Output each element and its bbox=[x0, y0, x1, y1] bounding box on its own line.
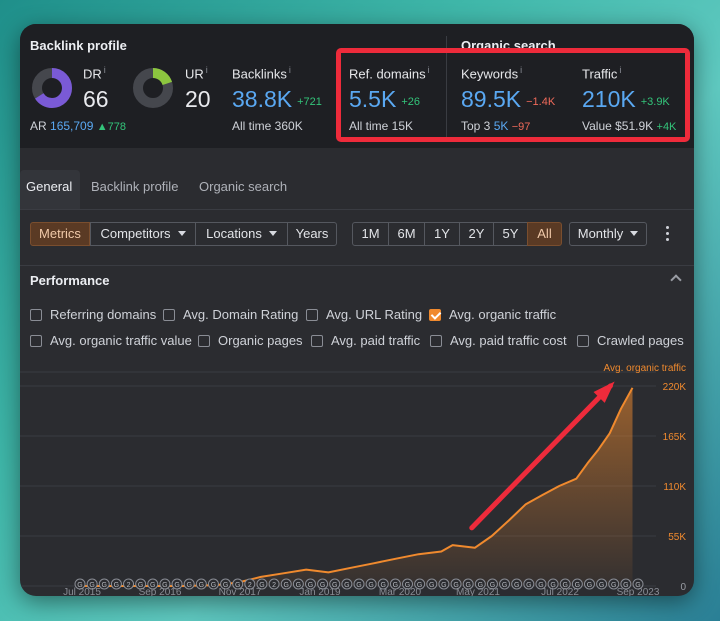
annotation-marker-label: G bbox=[114, 582, 119, 589]
annotation-marker-label: G bbox=[211, 582, 216, 589]
checkbox-box-checked[interactable] bbox=[429, 309, 441, 321]
checkbox-box[interactable] bbox=[306, 309, 318, 321]
annotation-marker-label: G bbox=[514, 582, 519, 589]
checkbox-box[interactable] bbox=[311, 335, 323, 347]
checkbox-avg-url-rating[interactable]: Avg. URL Rating bbox=[306, 307, 422, 323]
checkbox-avg-domain-rating[interactable]: Avg. Domain Rating bbox=[163, 307, 298, 323]
x-tick-label: May 2021 bbox=[456, 587, 500, 596]
series-area bbox=[80, 387, 633, 586]
tab-general[interactable]: General bbox=[20, 170, 81, 210]
checkbox-referring-domains[interactable]: Referring domains bbox=[30, 307, 156, 323]
dr-label: DR i bbox=[83, 65, 106, 82]
annotation-marker-label: G bbox=[599, 582, 604, 589]
backlinks-all-time: All time 360K bbox=[232, 119, 303, 133]
chevron-down-icon bbox=[630, 231, 639, 236]
ur-ring-icon bbox=[133, 68, 173, 108]
checkbox-box[interactable] bbox=[163, 309, 175, 321]
backlinks-delta: +721 bbox=[297, 96, 322, 108]
performance-title: Performance bbox=[30, 273, 110, 288]
annotation-marker-label: G bbox=[441, 582, 446, 589]
annotation-marker-label: G bbox=[429, 582, 434, 589]
locations-dropdown[interactable]: Locations bbox=[195, 222, 288, 246]
chevron-up-icon[interactable] bbox=[670, 274, 682, 286]
dr-ring-icon bbox=[32, 68, 72, 108]
annotation-marker-label: G bbox=[368, 582, 373, 589]
x-tick-label: Jan 2019 bbox=[299, 587, 341, 596]
performance-chart[interactable]: 220K 165K 110K 55K 0 Avg. organic traffic G G G G… bbox=[20, 362, 694, 596]
checkbox-box[interactable] bbox=[198, 335, 210, 347]
y-tick-label: 55K bbox=[668, 532, 686, 543]
section-tabs: General Backlink profile Organic search bbox=[20, 170, 694, 210]
overview-card: Backlink profile Organic search DR i 66 A… bbox=[20, 24, 694, 596]
y-tick-label: 110K bbox=[663, 482, 686, 493]
annotation-marker-label: G bbox=[587, 582, 592, 589]
backlinks-label: Backlinks i bbox=[232, 65, 291, 82]
checkbox-avg-paid-traffic[interactable]: Avg. paid traffic bbox=[311, 333, 420, 349]
dr-info-icon[interactable]: i bbox=[104, 65, 106, 75]
annotation-marker-label: G bbox=[502, 582, 507, 589]
x-tick-label: Jul 2015 bbox=[63, 587, 101, 596]
annotation-marker-label: G bbox=[526, 582, 531, 589]
checkbox-crawled-pages[interactable]: Crawled pages bbox=[577, 333, 684, 349]
annotation-marker-label: G bbox=[283, 582, 288, 589]
checkbox-box[interactable] bbox=[30, 335, 42, 347]
metrics-button[interactable]: Metrics bbox=[30, 222, 90, 246]
more-options-icon[interactable] bbox=[666, 226, 670, 242]
ur-value: 20 bbox=[185, 86, 211, 112]
checkbox-avg-paid-traffic-cost[interactable]: Avg. paid traffic cost bbox=[430, 333, 567, 349]
chart-svg[interactable]: 220K165K110K55K0Avg. organic trafficG G G G… bbox=[20, 362, 694, 596]
x-tick-label: Mar 2020 bbox=[379, 587, 422, 596]
x-tick-label: Nov 2017 bbox=[219, 587, 262, 596]
x-tick-label: Jul 2022 bbox=[541, 587, 579, 596]
tab-backlink-profile[interactable]: Backlink profile bbox=[83, 170, 186, 210]
chevron-down-icon bbox=[268, 231, 277, 236]
x-tick-label: Sep 2016 bbox=[139, 587, 182, 596]
tabs-divider bbox=[20, 209, 694, 210]
interval-dropdown[interactable]: Monthly bbox=[569, 222, 647, 246]
competitors-dropdown[interactable]: Competitors bbox=[90, 222, 196, 246]
y-tick-label: 220K bbox=[663, 382, 687, 393]
performance-divider bbox=[20, 265, 694, 266]
tab-organic-search[interactable]: Organic search bbox=[191, 170, 295, 210]
ar-value: 165,709 bbox=[50, 119, 94, 133]
ur-label: UR i bbox=[185, 65, 208, 82]
annotation-marker-label: G bbox=[199, 582, 204, 589]
range-all-button[interactable]: All bbox=[527, 222, 562, 246]
range-2y-button[interactable]: 2Y bbox=[459, 222, 494, 246]
annotation-marker-label: G bbox=[102, 582, 107, 589]
backlinks-value[interactable]: 38.8K +721 bbox=[232, 86, 322, 113]
checkbox-avg-organic-traffic[interactable]: Avg. organic traffic bbox=[429, 307, 556, 323]
backlink-profile-title: Backlink profile bbox=[30, 38, 127, 53]
range-6m-button[interactable]: 6M bbox=[388, 222, 425, 246]
annotation-marker-label: 2 bbox=[127, 582, 131, 589]
backlinks-info-icon[interactable]: i bbox=[289, 65, 291, 75]
checkbox-box[interactable] bbox=[30, 309, 42, 321]
checkbox-avg-organic-traffic-value[interactable]: Avg. organic traffic value bbox=[30, 333, 192, 349]
x-tick-label: Sep 2023 bbox=[617, 587, 660, 596]
ur-info-icon[interactable]: i bbox=[206, 65, 208, 75]
y-tick-label: 165K bbox=[663, 432, 687, 443]
y-tick-label: 0 bbox=[680, 582, 686, 593]
dr-value: 66 bbox=[83, 86, 109, 112]
annotation-marker-label: 2 bbox=[272, 582, 276, 589]
range-5y-button[interactable]: 5Y bbox=[493, 222, 528, 246]
ar-row: AR 165,709 ▲778 bbox=[30, 119, 126, 133]
chevron-down-icon bbox=[177, 231, 186, 236]
annotation-marker-label: G bbox=[356, 582, 361, 589]
years-button[interactable]: Years bbox=[287, 222, 337, 246]
checkbox-box[interactable] bbox=[577, 335, 589, 347]
range-1m-button[interactable]: 1M bbox=[352, 222, 389, 246]
series-legend-label: Avg. organic traffic bbox=[604, 363, 686, 374]
highlight-box bbox=[336, 48, 690, 142]
checkbox-organic-pages[interactable]: Organic pages bbox=[198, 333, 303, 349]
ar-delta: ▲778 bbox=[96, 121, 126, 133]
checkbox-box[interactable] bbox=[430, 335, 442, 347]
annotation-marker-label: G bbox=[344, 582, 349, 589]
annotation-marker-label: G bbox=[186, 582, 191, 589]
range-1y-button[interactable]: 1Y bbox=[424, 222, 460, 246]
